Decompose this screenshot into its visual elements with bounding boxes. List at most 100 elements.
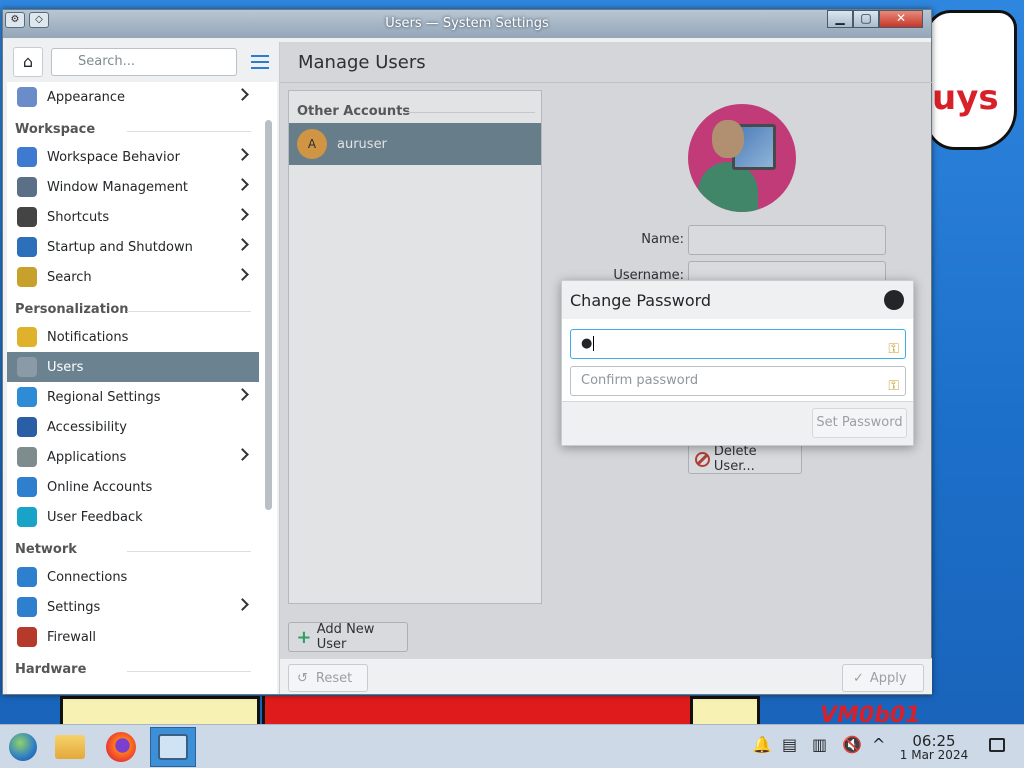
- users-icon: [17, 357, 37, 377]
- chevron-up-icon[interactable]: ^: [872, 735, 885, 754]
- sidebar-item-label: Regional Settings: [47, 389, 161, 405]
- password-field[interactable]: ● ⚿: [570, 329, 906, 359]
- dialog-title: Change Password: [570, 290, 712, 310]
- clipboard-tray-icon[interactable]: ▤: [782, 735, 797, 754]
- workspace-behavior-icon: [17, 147, 37, 167]
- sidebar-list: Appearance Workspace Workspace Behavior Win…: [7, 82, 259, 682]
- bell-icon: [17, 327, 37, 347]
- online-accounts-icon: [17, 477, 37, 497]
- wallpaper-shape: [60, 696, 260, 724]
- sidebar-item-label: Accessibility: [47, 419, 127, 435]
- updates-tray-icon[interactable]: ▥: [812, 735, 827, 754]
- minimize-button[interactable]: ▁: [827, 10, 853, 28]
- dialog-close-button[interactable]: [884, 290, 904, 310]
- sidebar: ⌂ Search... Appearance Workspace Workspace…: [7, 42, 277, 694]
- sidebar-item-label: Applications: [47, 449, 127, 465]
- set-password-button[interactable]: Set Password: [812, 408, 907, 438]
- keyboard-icon: [17, 207, 37, 227]
- start-menu-button[interactable]: [0, 727, 46, 767]
- sidebar-item-shortcuts[interactable]: Shortcuts: [7, 202, 259, 232]
- system-settings-icon: [158, 734, 188, 760]
- sidebar-section-header: Hardware: [7, 652, 259, 682]
- password-strength-icon: ⚿: [888, 341, 899, 357]
- sidebar-section-header: Personalization: [7, 292, 259, 322]
- sidebar-item-startup-and-shutdown[interactable]: Startup and Shutdown: [7, 232, 259, 262]
- password-value: ●: [581, 336, 593, 351]
- sidebar-scrollbar[interactable]: [265, 120, 272, 510]
- sidebar-item-settings[interactable]: Settings: [7, 592, 259, 622]
- sidebar-item-regional-settings[interactable]: Regional Settings: [7, 382, 259, 412]
- sidebar-item-label: Notifications: [47, 329, 129, 345]
- close-button[interactable]: ✕: [879, 10, 923, 28]
- title-bar[interactable]: ⚙ ◇ Users — System Settings ▁ ▢ ✕: [3, 10, 931, 38]
- bottom-bar: ↺ Reset ✓ Apply: [280, 658, 932, 694]
- chevron-right-icon: [236, 268, 249, 281]
- connections-icon: [17, 567, 37, 587]
- sidebar-item-user-feedback[interactable]: User Feedback: [7, 502, 259, 532]
- chevron-right-icon: [236, 208, 249, 221]
- sidebar-item-workspace-behavior[interactable]: Workspace Behavior: [7, 142, 259, 172]
- accessibility-icon: [17, 417, 37, 437]
- volume-muted-icon[interactable]: 🔇: [842, 735, 862, 754]
- applications-icon: [17, 447, 37, 467]
- apply-button[interactable]: ✓ Apply: [842, 664, 924, 692]
- dialog-header: Change Password: [562, 281, 913, 319]
- sidebar-item-label: Shortcuts: [47, 209, 110, 225]
- sidebar-item-label: Connections: [47, 569, 128, 585]
- sidebar-item-users[interactable]: Users: [7, 352, 259, 382]
- startup-icon: [17, 237, 37, 257]
- clock-date[interactable]: 1 Mar 2024: [893, 748, 975, 762]
- sidebar-item-label: Settings: [47, 599, 101, 615]
- sidebar-item-label: Users: [47, 359, 84, 375]
- sidebar-item-label: Window Management: [47, 179, 189, 195]
- sidebar-item-online-accounts[interactable]: Online Accounts: [7, 472, 259, 502]
- start-icon: [7, 731, 39, 763]
- sidebar-header: ⌂ Search...: [7, 42, 277, 82]
- check-icon: ✓: [853, 670, 864, 686]
- reset-button[interactable]: ↺ Reset: [288, 664, 368, 692]
- sidebar-item-accessibility[interactable]: Accessibility: [7, 412, 259, 442]
- home-button[interactable]: ⌂: [13, 47, 43, 77]
- sidebar-item-search[interactable]: Search: [7, 262, 259, 292]
- taskbar: 🔔 ▤ ▥ 🔇 ^: [0, 724, 1024, 768]
- taskbar-file-manager[interactable]: [47, 727, 93, 767]
- chevron-right-icon: [236, 388, 249, 401]
- reset-icon: ↺: [297, 670, 308, 686]
- wallpaper-text: uys: [932, 78, 999, 118]
- sidebar-item-label: Search: [47, 269, 92, 285]
- sidebar-item-appearance[interactable]: Appearance: [7, 82, 259, 112]
- sidebar-item-firewall[interactable]: Firewall: [7, 622, 259, 652]
- sidebar-item-label: Online Accounts: [47, 479, 153, 495]
- sidebar-item-window-management[interactable]: Window Management: [7, 172, 259, 202]
- search-input[interactable]: Search...: [51, 48, 237, 76]
- show-desktop-icon[interactable]: [989, 738, 1005, 752]
- sidebar-section-header: Network: [7, 532, 259, 562]
- sidebar-item-label: Startup and Shutdown: [47, 239, 193, 255]
- wallpaper-shape: [690, 696, 760, 724]
- network-settings-icon: [17, 597, 37, 617]
- feedback-icon: [17, 507, 37, 527]
- folder-icon: [55, 735, 85, 759]
- sidebar-item-notifications[interactable]: Notifications: [7, 322, 259, 352]
- taskbar-firefox[interactable]: [98, 727, 144, 767]
- confirm-strength-icon: ⚿: [888, 378, 899, 394]
- confirm-password-placeholder: Confirm password: [581, 373, 699, 388]
- wallpaper-shape: [262, 696, 702, 724]
- sidebar-item-label: Firewall: [47, 629, 97, 645]
- taskbar-system-settings[interactable]: [150, 727, 196, 767]
- sidebar-item-label: Workspace Behavior: [47, 149, 180, 165]
- hamburger-menu-button[interactable]: [245, 47, 275, 77]
- notifications-tray-icon[interactable]: 🔔: [752, 735, 772, 754]
- window-title: Users — System Settings: [385, 16, 549, 31]
- sidebar-item-connections[interactable]: Connections: [7, 562, 259, 592]
- confirm-password-field[interactable]: Confirm password ⚿: [570, 366, 906, 396]
- sidebar-item-applications[interactable]: Applications: [7, 442, 259, 472]
- sidebar-item-label: User Feedback: [47, 509, 143, 525]
- chevron-right-icon: [236, 88, 249, 101]
- change-password-dialog: Change Password ● ⚿ Confirm password ⚿ S…: [561, 280, 914, 446]
- dialog-footer: Set Password: [562, 401, 913, 445]
- apply-label: Apply: [869, 670, 907, 686]
- firewall-icon: [17, 627, 37, 647]
- firefox-icon: [106, 732, 136, 762]
- maximize-button[interactable]: ▢: [853, 10, 879, 28]
